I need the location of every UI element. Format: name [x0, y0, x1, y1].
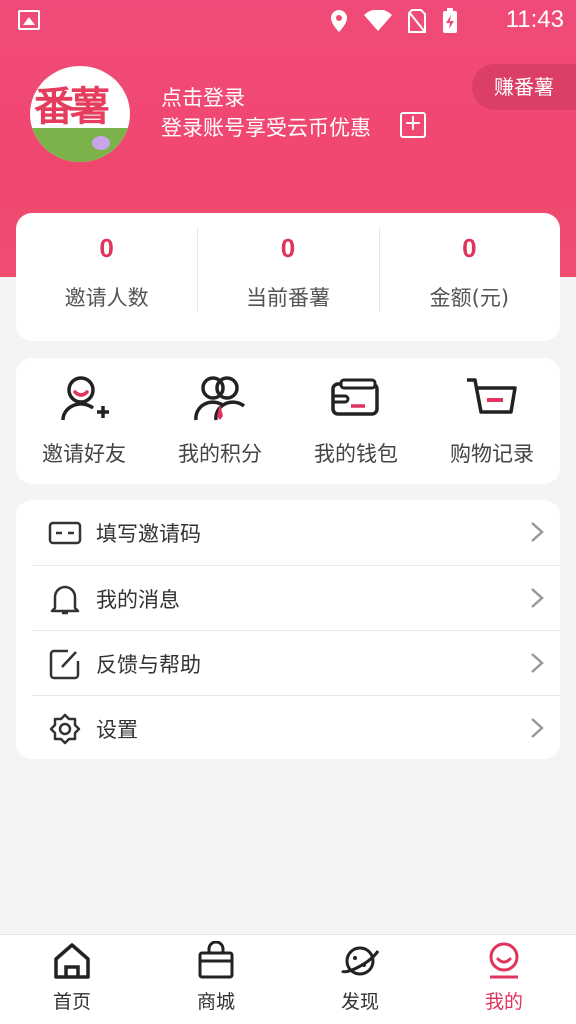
- quick-actions-card: 邀请好友 我的积分 我的钱包 购物记录: [16, 358, 560, 484]
- image-icon: [18, 10, 40, 30]
- gear-icon: [49, 713, 81, 745]
- points-users-icon: [194, 376, 246, 421]
- quick-action-invite-friends[interactable]: 邀请好友: [16, 358, 152, 484]
- stat-value: 0: [99, 233, 114, 263]
- tab-home[interactable]: 首页: [0, 935, 144, 1024]
- stat-invite-count[interactable]: 0 邀请人数: [16, 213, 197, 341]
- avatar[interactable]: 番薯: [30, 66, 130, 162]
- plus-box-icon[interactable]: +: [400, 112, 426, 138]
- quick-action-label: 购物记录: [450, 442, 534, 466]
- tab-shop[interactable]: 商城: [144, 935, 288, 1024]
- stats-card: 0 邀请人数 0 当前番薯 0 金额(元): [16, 213, 560, 341]
- menu-item-enter-invite-code[interactable]: 填写邀请码: [16, 500, 560, 565]
- invite-user-icon: [61, 376, 109, 421]
- login-link[interactable]: 点击登录: [161, 82, 245, 112]
- chevron-right-icon: [531, 653, 544, 673]
- quick-action-purchase-history[interactable]: 购物记录: [424, 358, 560, 484]
- status-time: 11:43: [505, 6, 564, 33]
- wallet-icon: [331, 378, 379, 416]
- menu-item-my-messages[interactable]: 我的消息: [32, 565, 560, 630]
- tab-label: 我的: [484, 991, 523, 1013]
- bell-icon: [50, 585, 80, 615]
- avatar-character: [92, 136, 110, 150]
- avatar-grass: [30, 128, 130, 162]
- quick-action-my-points[interactable]: 我的积分: [152, 358, 288, 484]
- location-icon: [331, 10, 347, 32]
- earn-button[interactable]: 赚番薯: [472, 64, 576, 110]
- home-icon: [54, 943, 90, 979]
- tab-label: 发现: [340, 991, 379, 1013]
- settings-menu-card: 填写邀请码 我的消息 反馈与帮助 设置: [16, 500, 560, 759]
- avatar-logo-text: 番薯: [34, 83, 110, 130]
- planet-icon: [340, 946, 380, 976]
- chevron-right-icon: [531, 588, 544, 608]
- quick-action-label: 邀请好友: [42, 442, 126, 466]
- chevron-right-icon: [531, 522, 544, 542]
- menu-item-label: 填写邀请码: [96, 522, 201, 546]
- stat-current-sweet-potato[interactable]: 0 当前番薯: [197, 213, 378, 341]
- chevron-right-icon: [531, 718, 544, 738]
- wifi-icon: [364, 10, 392, 31]
- battery-charging-icon: [443, 8, 457, 33]
- stat-label: 邀请人数: [64, 286, 149, 310]
- login-subtitle: 登录账号享受云币优惠: [161, 116, 371, 140]
- tab-profile[interactable]: 我的: [432, 935, 576, 1024]
- menu-item-label: 反馈与帮助: [96, 653, 201, 677]
- quick-action-label: 我的积分: [178, 442, 262, 466]
- stat-value: 0: [462, 233, 477, 263]
- menu-item-label: 设置: [96, 718, 138, 742]
- stat-value: 0: [280, 233, 296, 263]
- tab-discover[interactable]: 发现: [288, 935, 432, 1024]
- stat-label: 金额(元): [429, 286, 510, 310]
- tab-label: 商城: [196, 991, 235, 1013]
- shop-bag-icon: [198, 941, 234, 979]
- menu-item-settings[interactable]: 设置: [32, 695, 560, 760]
- stat-label: 当前番薯: [245, 286, 330, 310]
- feedback-icon: [49, 649, 80, 680]
- cart-icon: [467, 378, 517, 414]
- code-card-icon: [48, 521, 82, 545]
- no-sim-icon: [408, 9, 426, 33]
- menu-item-feedback-help[interactable]: 反馈与帮助: [32, 630, 560, 695]
- quick-action-label: 我的钱包: [314, 442, 398, 466]
- profile-icon: [489, 942, 519, 979]
- bottom-tab-bar: 首页 商城 发现 我的: [0, 934, 576, 1024]
- menu-item-label: 我的消息: [96, 588, 180, 612]
- tab-label: 首页: [52, 991, 91, 1013]
- stat-amount[interactable]: 0 金额(元): [378, 213, 560, 341]
- status-bar: 11:43: [0, 0, 576, 44]
- quick-action-my-wallet[interactable]: 我的钱包: [288, 358, 424, 484]
